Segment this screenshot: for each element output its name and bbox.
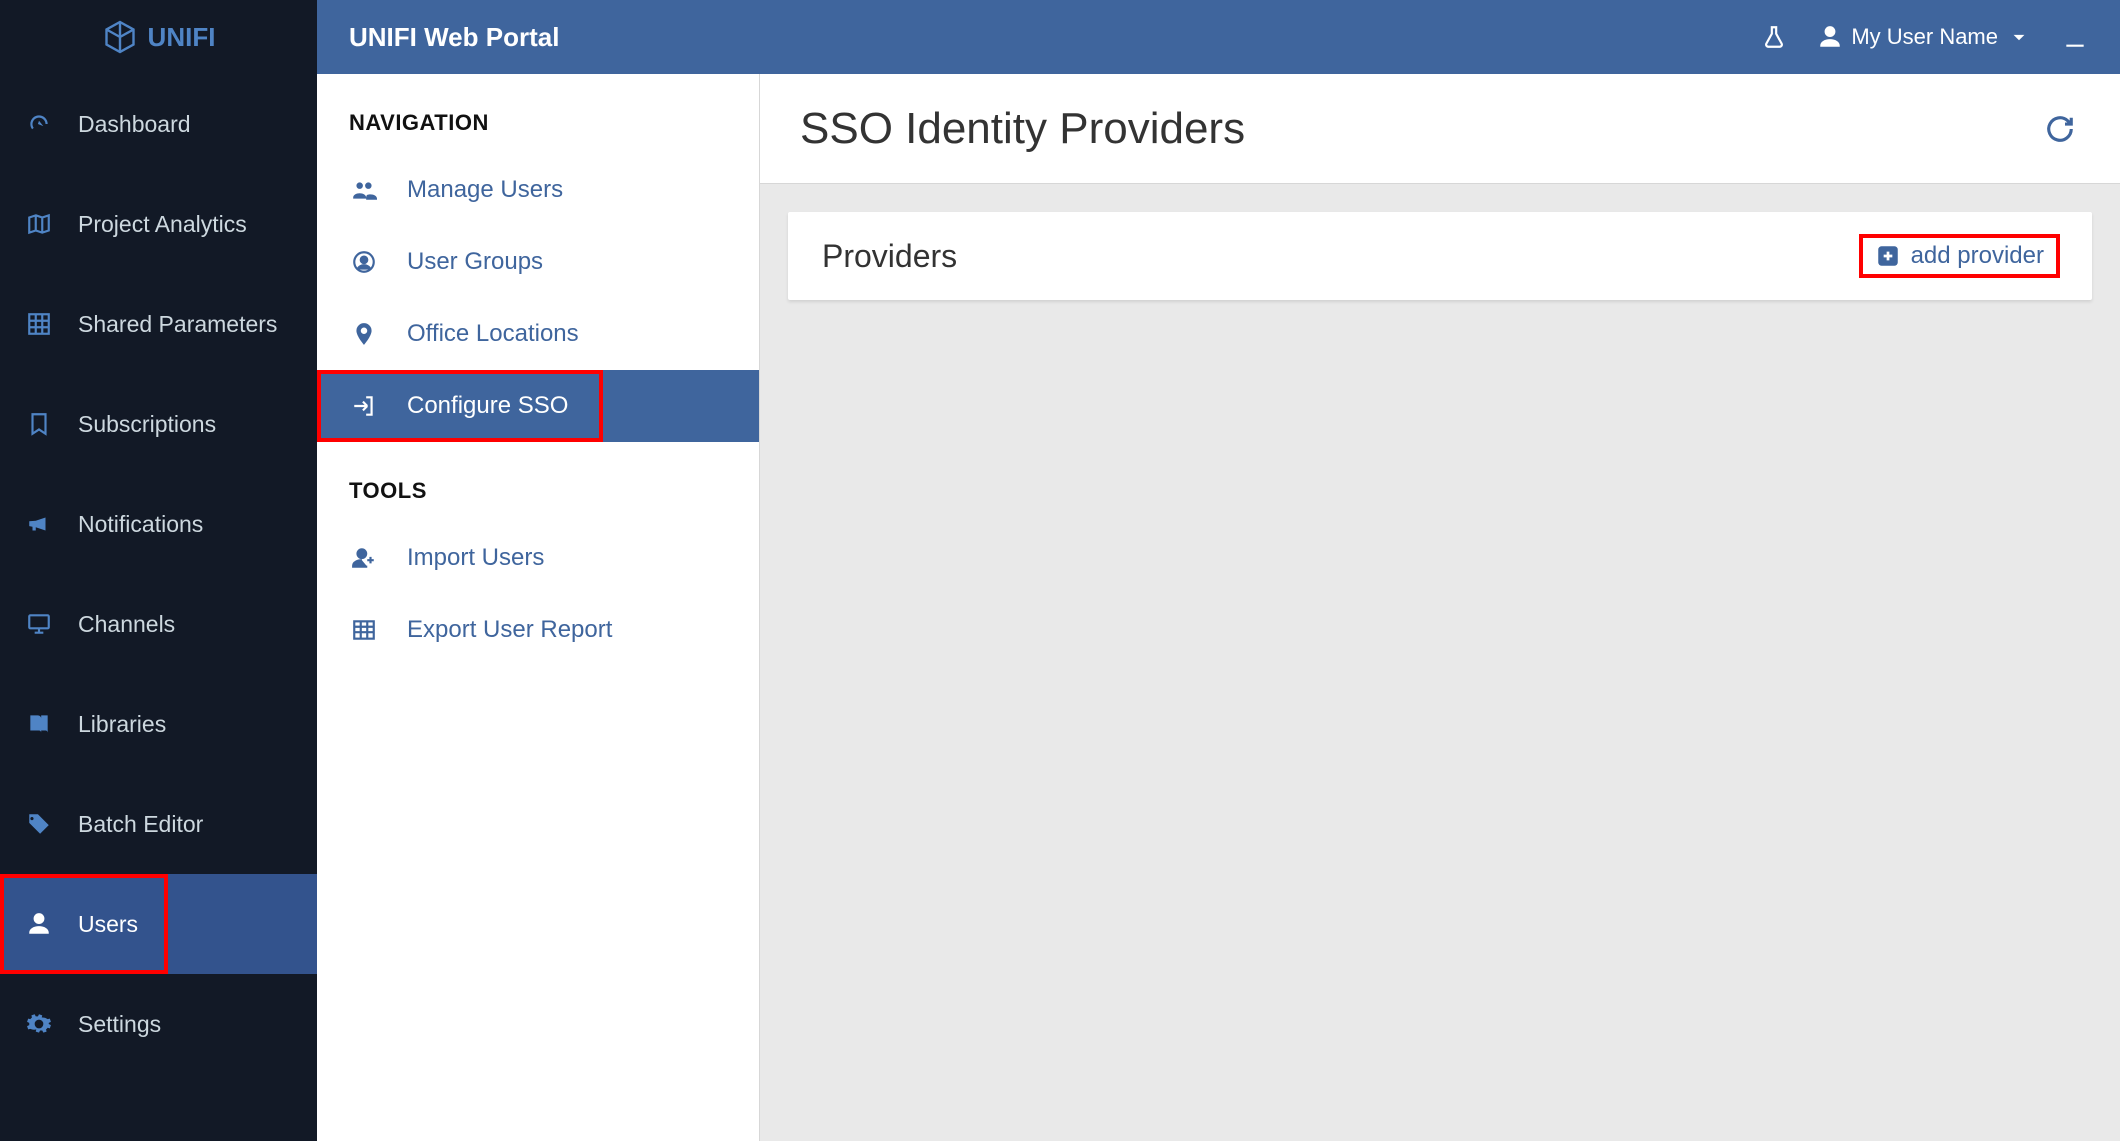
brand-name: UNIFI xyxy=(148,22,216,53)
sidebar-item-notifications[interactable]: Notifications xyxy=(0,474,317,574)
megaphone-icon xyxy=(26,511,56,537)
brand[interactable]: UNIFI xyxy=(0,0,317,74)
gauge-icon xyxy=(26,111,56,137)
sidebar-item-label: Settings xyxy=(78,1011,161,1038)
add-provider-button[interactable]: add provider xyxy=(1861,236,2058,276)
user-name-label: My User Name xyxy=(1851,24,1998,50)
nav-link-configure-sso[interactable]: Configure SSO xyxy=(317,370,759,442)
topbar: UNIFI Web Portal My User Name xyxy=(317,0,2120,74)
bookmark-icon xyxy=(26,411,56,437)
refresh-button[interactable] xyxy=(2040,109,2080,149)
sidebar-item-label: Users xyxy=(78,911,138,938)
signin-icon xyxy=(351,393,381,419)
nav-link-label: Configure SSO xyxy=(407,392,568,420)
nav-link-export-user-report[interactable]: Export User Report xyxy=(317,594,759,666)
user-solid-icon xyxy=(1817,24,1843,50)
book-icon xyxy=(26,711,56,737)
download-icon[interactable] xyxy=(2062,24,2088,50)
nav-link-label: Manage Users xyxy=(407,176,563,204)
sidebar-item-project-analytics[interactable]: Project Analytics xyxy=(0,174,317,274)
sidebar-item-label: Dashboard xyxy=(78,111,191,138)
sidebar-item-label: Project Analytics xyxy=(78,211,247,238)
table-icon xyxy=(351,617,381,643)
sidebar-item-dashboard[interactable]: Dashboard xyxy=(0,74,317,174)
plus-square-icon xyxy=(1875,243,1901,269)
sidebar-item-label: Shared Parameters xyxy=(78,311,277,338)
nav-link-user-groups[interactable]: User Groups xyxy=(317,226,759,298)
nav-link-manage-users[interactable]: Manage Users xyxy=(317,154,759,226)
add-provider-label: add provider xyxy=(1911,242,2044,270)
users-icon xyxy=(351,177,381,203)
sidebar-item-batch-editor[interactable]: Batch Editor xyxy=(0,774,317,874)
nav-link-label: User Groups xyxy=(407,248,543,276)
sidebar-item-label: Notifications xyxy=(78,511,203,538)
sidebar-item-users[interactable]: Users xyxy=(0,874,317,974)
nav-section-title: TOOLS xyxy=(317,442,759,522)
user-menu[interactable]: My User Name xyxy=(1817,24,2032,50)
nav-link-import-users[interactable]: Import Users xyxy=(317,522,759,594)
sidebar-item-label: Batch Editor xyxy=(78,811,203,838)
sidebar-item-label: Libraries xyxy=(78,711,166,738)
pin-icon xyxy=(351,321,381,347)
sidebar-item-label: Channels xyxy=(78,611,175,638)
sidebar: UNIFI Dashboard Project Analytics Shared P… xyxy=(0,0,317,1141)
gear-icon xyxy=(26,1011,56,1037)
nav-link-label: Office Locations xyxy=(407,320,579,348)
nav-panel: NAVIGATION Manage Users User Groups Office … xyxy=(317,74,760,1141)
monitor-icon xyxy=(26,611,56,637)
chevron-down-icon xyxy=(2006,24,2032,50)
nav-link-office-locations[interactable]: Office Locations xyxy=(317,298,759,370)
sidebar-item-shared-parameters[interactable]: Shared Parameters xyxy=(0,274,317,374)
tag-icon xyxy=(26,811,56,837)
brand-logo-icon xyxy=(102,19,138,55)
map-icon xyxy=(26,211,56,237)
content: SSO Identity Providers Providers xyxy=(760,74,2120,1141)
topbar-title: UNIFI Web Portal xyxy=(349,22,559,53)
sidebar-item-channels[interactable]: Channels xyxy=(0,574,317,674)
sidebar-item-settings[interactable]: Settings xyxy=(0,974,317,1074)
card-title: Providers xyxy=(822,238,1861,275)
sidebar-item-subscriptions[interactable]: Subscriptions xyxy=(0,374,317,474)
user-circle-icon xyxy=(351,249,381,275)
user-icon xyxy=(26,911,56,937)
nav-link-label: Export User Report xyxy=(407,616,612,644)
providers-card: Providers add provider xyxy=(788,212,2092,300)
sidebar-item-label: Subscriptions xyxy=(78,411,216,438)
sidebar-item-libraries[interactable]: Libraries xyxy=(0,674,317,774)
grid-icon xyxy=(26,311,56,337)
nav-section-title: NAVIGATION xyxy=(317,74,759,154)
page-title: SSO Identity Providers xyxy=(800,104,2040,154)
user-plus-icon xyxy=(351,545,381,571)
nav-link-label: Import Users xyxy=(407,544,544,572)
flask-icon[interactable] xyxy=(1761,24,1787,50)
page-header: SSO Identity Providers xyxy=(760,74,2120,184)
